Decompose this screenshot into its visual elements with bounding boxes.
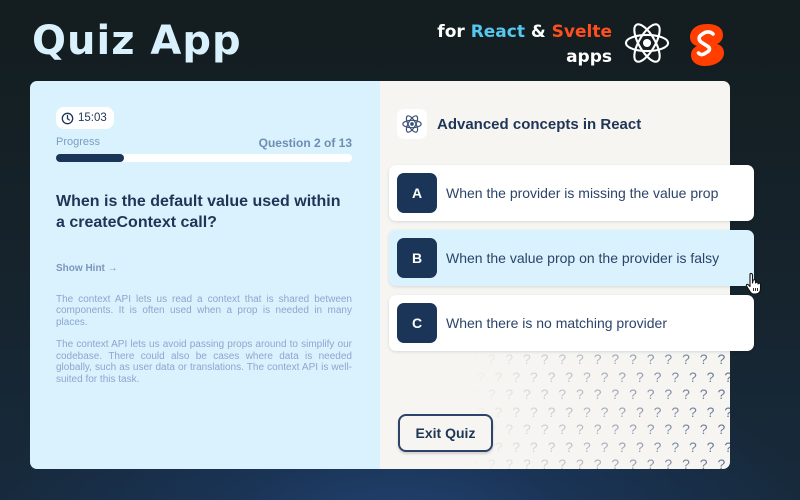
answer-letter: B <box>397 238 437 278</box>
answer-text: When the value prop on the provider is f… <box>446 250 720 266</box>
answer-list: A When the provider is missing the value… <box>389 165 754 360</box>
timer-value: 15:03 <box>78 112 107 124</box>
progress-label: Progress <box>56 135 101 148</box>
topic-title: Advanced concepts in React <box>437 115 642 133</box>
app-title: Quiz App <box>32 18 242 64</box>
show-hint-link[interactable]: Show Hint → <box>56 263 118 274</box>
answer-option-b[interactable]: B When the value prop on the provider is… <box>389 230 754 286</box>
tagline: for React & Svelte apps <box>437 20 612 70</box>
tagline-react: React <box>470 22 525 42</box>
react-logo-icon <box>624 23 670 63</box>
answer-text: When there is no matching provider <box>446 315 667 331</box>
exit-quiz-button[interactable]: Exit Quiz <box>398 414 493 452</box>
svelte-logo-icon <box>690 24 724 66</box>
question-counter: Question 2 of 13 <box>258 135 352 150</box>
timer-badge: 15:03 <box>56 107 114 129</box>
hand-pointer-cursor-icon <box>745 272 762 295</box>
question-mark-pattern: ? ? ? ? ? ? ? ? ? ? ? ? ? ? ? ? ? ? ? ? … <box>470 351 730 469</box>
answer-option-c[interactable]: C When there is no matching provider <box>389 295 754 351</box>
progress-bar-fill <box>56 153 125 162</box>
tagline-svelte: Svelte <box>551 22 612 42</box>
answer-option-a[interactable]: A When the provider is missing the value… <box>389 165 754 221</box>
progress-bar <box>56 153 352 162</box>
question-text: When is the default value used within a … <box>56 192 341 231</box>
question-panel: 15:03 Progress Question 2 of 13 When is … <box>30 81 380 469</box>
hint-paragraph: The context API lets us avoid passing pr… <box>56 339 352 385</box>
answer-letter: C <box>397 303 437 343</box>
topic-header: Advanced concepts in React <box>397 109 641 139</box>
answer-letter: A <box>397 173 437 213</box>
tagline-amp: & <box>530 22 546 42</box>
react-atom-icon <box>397 109 427 139</box>
answer-text: When the provider is missing the value p… <box>446 185 719 201</box>
hint-paragraph: The context API lets us read a context t… <box>56 293 352 328</box>
clock-icon <box>61 112 74 124</box>
tagline-suffix: apps <box>566 47 612 67</box>
tagline-prefix: for <box>437 22 465 42</box>
hint-text: The context API lets us read a context t… <box>56 294 352 386</box>
